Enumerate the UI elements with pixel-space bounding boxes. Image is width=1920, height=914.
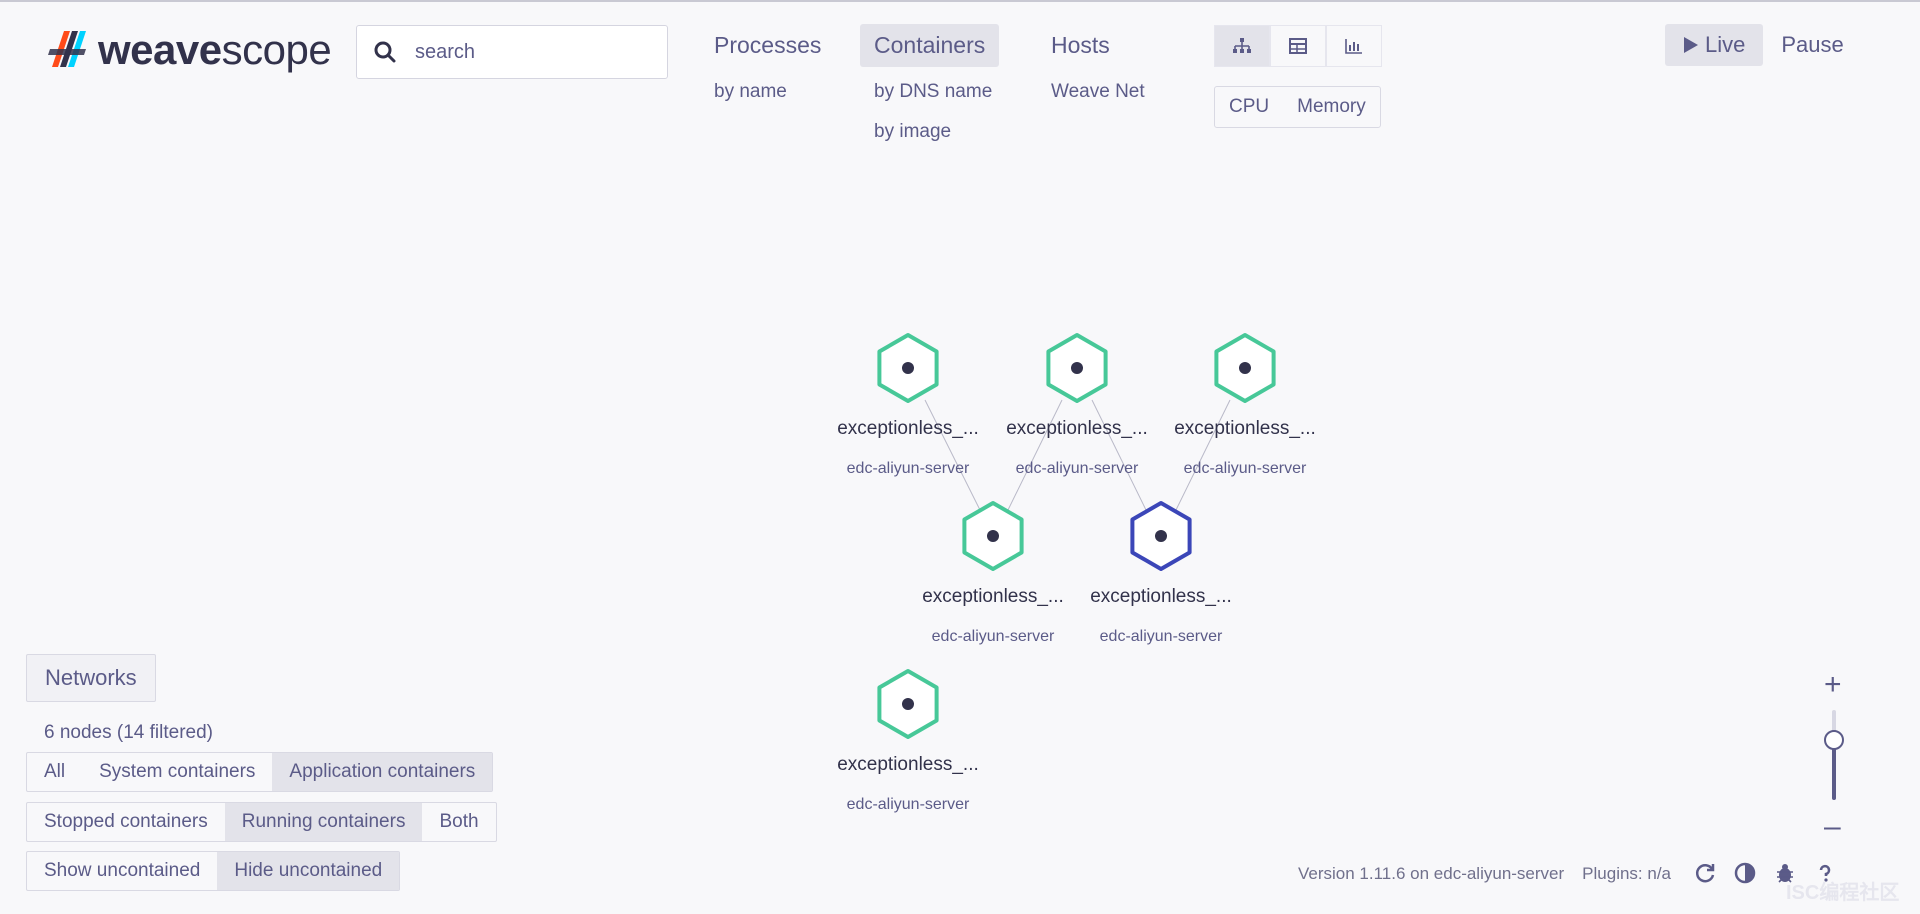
refresh-button[interactable] [1692, 860, 1718, 886]
node-host: edc-aliyun-server [1183, 460, 1307, 477]
node-name: exceptionless_... [1090, 586, 1232, 607]
node-host: edc-aliyun-server [1099, 628, 1223, 645]
graph-nodes [877, 333, 1276, 739]
contrast-button[interactable] [1732, 860, 1758, 886]
filter-system-containers[interactable]: System containers [82, 753, 272, 791]
filter-both[interactable]: Both [422, 803, 495, 841]
zoom-out-button[interactable]: – [1824, 810, 1841, 844]
uncontained-filter: Show uncontained Hide uncontained [26, 851, 401, 891]
node-host: edc-aliyun-server [846, 796, 970, 813]
node-name: exceptionless_... [837, 754, 979, 775]
node-label[interactable]: exceptionless_... edc-aliyun-server [1006, 418, 1148, 478]
node-label[interactable]: exceptionless_... edc-aliyun-server [922, 586, 1064, 646]
node-center-dot [1155, 530, 1167, 542]
container-node[interactable] [1214, 333, 1276, 403]
node-name: exceptionless_... [837, 418, 979, 439]
node-host: edc-aliyun-server [846, 460, 970, 477]
zoom-in-button[interactable]: + [1824, 668, 1842, 702]
node-host: edc-aliyun-server [1015, 460, 1139, 477]
filter-hide-uncontained[interactable]: Hide uncontained [217, 852, 400, 890]
node-host: edc-aliyun-server [931, 628, 1055, 645]
node-count: 6 nodes (14 filtered) [44, 722, 213, 743]
node-center-dot [902, 362, 914, 374]
container-node[interactable] [877, 333, 939, 403]
container-node[interactable] [962, 501, 1024, 571]
node-center-dot [1071, 362, 1083, 374]
node-label[interactable]: exceptionless_... edc-aliyun-server [837, 754, 979, 814]
zoom-slider-handle[interactable] [1824, 730, 1844, 750]
filter-running-containers[interactable]: Running containers [224, 803, 423, 841]
container-node[interactable] [1046, 333, 1108, 403]
node-center-dot [987, 530, 999, 542]
watermark: ISC编程社区 [1786, 882, 1900, 904]
plugins-text: Plugins: n/a [1582, 864, 1672, 883]
contrast-icon [1734, 862, 1756, 884]
node-name: exceptionless_... [1174, 418, 1316, 439]
networks-button[interactable]: Networks [26, 654, 156, 702]
node-label[interactable]: exceptionless_... edc-aliyun-server [1090, 586, 1232, 646]
container-state-filter: Stopped containers Running containers Bo… [26, 802, 497, 842]
node-center-dot [1239, 362, 1251, 374]
filter-all[interactable]: All [27, 753, 82, 791]
container-type-filter: All System containers Application contai… [26, 752, 494, 792]
node-name: exceptionless_... [922, 586, 1064, 607]
container-node[interactable] [877, 669, 939, 739]
node-center-dot [902, 698, 914, 710]
node-label[interactable]: exceptionless_... edc-aliyun-server [1174, 418, 1316, 478]
node-name: exceptionless_... [1006, 418, 1148, 439]
filter-stopped-containers[interactable]: Stopped containers [27, 803, 225, 841]
container-node[interactable] [1130, 501, 1192, 571]
version-text: Version 1.11.6 on edc-aliyun-server [1298, 864, 1565, 883]
node-label[interactable]: exceptionless_... edc-aliyun-server [837, 418, 979, 478]
refresh-icon [1695, 864, 1715, 883]
filter-show-uncontained[interactable]: Show uncontained [27, 852, 217, 890]
footer-status: Version 1.11.6 on edc-aliyun-server Plug… [1298, 864, 1671, 884]
filter-application-containers[interactable]: Application containers [272, 753, 493, 791]
